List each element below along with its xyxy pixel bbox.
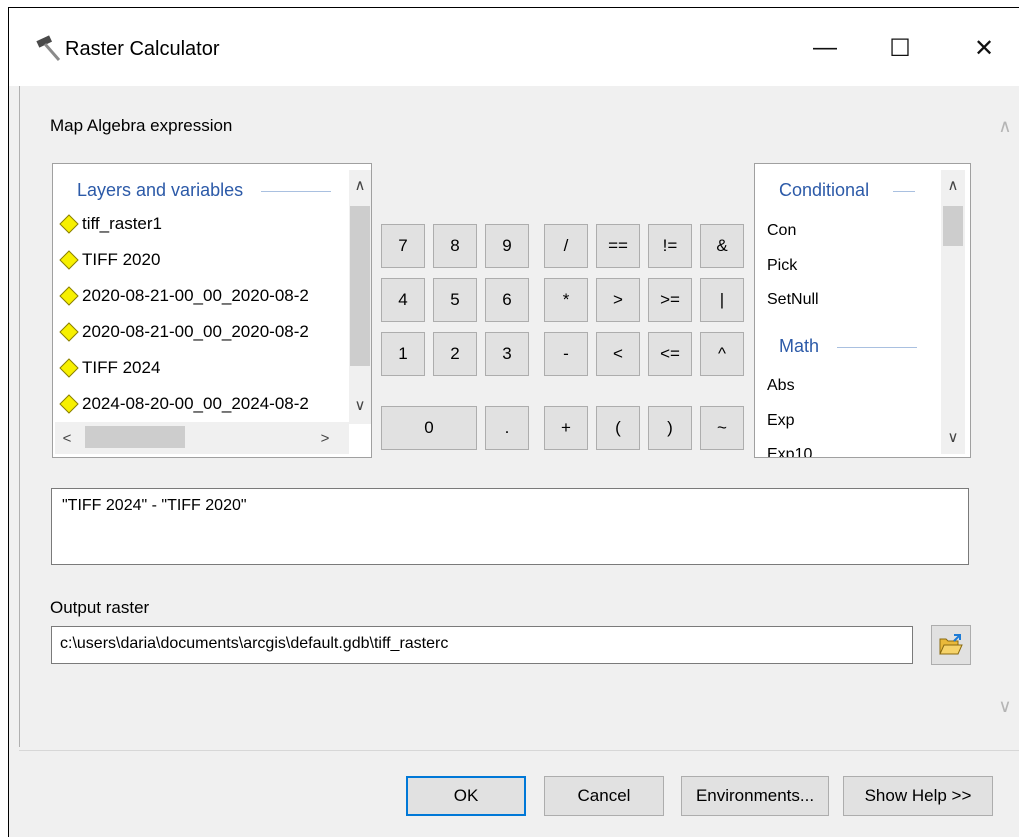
key-6[interactable]: 6 [485,278,529,322]
show-help-button[interactable]: Show Help >> [843,776,993,816]
layer-item-label: tiff_raster1 [82,214,163,233]
window-title: Raster Calculator [65,38,220,60]
functions-vertical-thumb[interactable] [943,206,963,246]
title-bar[interactable]: Raster Calculator — ☐ ✕ [9,8,1019,86]
key-divide[interactable]: / [544,224,588,268]
layer-item-label: 2020-08-21-00_00_2020-08-2 [82,322,309,341]
key-5[interactable]: 5 [433,278,477,322]
diamond-layer-icon [59,250,79,270]
key-xor[interactable]: ^ [700,332,744,376]
diamond-layer-icon [59,214,79,234]
function-item[interactable]: Pick [767,257,797,275]
minimize-button[interactable]: — [800,28,850,68]
key-close-paren[interactable]: ) [648,406,692,450]
output-raster-label: Output raster [50,598,150,617]
environments-button[interactable]: Environments... [681,776,829,816]
key-greater[interactable]: > [596,278,640,322]
browse-button[interactable] [931,625,971,665]
key-less[interactable]: < [596,332,640,376]
function-item[interactable]: Abs [767,377,795,395]
minimize-icon: — [813,34,837,61]
key-3[interactable]: 3 [485,332,529,376]
layers-vertical-scrollbar[interactable]: ∧ ∨ [349,170,371,424]
functions-header-rule [893,191,915,192]
key-equal[interactable]: == [596,224,640,268]
functions-vertical-scrollbar[interactable]: ∧ ∨ [941,170,965,454]
layers-listbox[interactable]: Layers and variables tiff_raster1 TIFF 2… [52,163,372,458]
layers-horizontal-scrollbar[interactable]: < > [55,422,349,454]
output-raster-input[interactable]: c:\users\daria\documents\arcgis\default.… [51,626,913,664]
diamond-layer-icon [59,322,79,342]
hammer-icon [36,35,61,61]
chevron-down-icon[interactable]: ∨ [941,428,965,446]
key-multiply[interactable]: * [544,278,588,322]
diamond-layer-icon [59,394,79,414]
maximize-icon: ☐ [889,34,911,62]
close-icon: ✕ [973,34,995,62]
functions-listbox[interactable]: Conditional Con Pick SetNull Math Abs Ex… [754,163,971,458]
expression-section-label: Map Algebra expression [50,116,233,135]
raster-calculator-window: Raster Calculator — ☐ ✕ ∧ ∨ Map Algebra … [8,7,1019,837]
layer-item[interactable]: TIFF 2024 [59,353,160,383]
chevron-up-icon[interactable]: ∧ [349,176,371,194]
key-7[interactable]: 7 [381,224,425,268]
cancel-button[interactable]: Cancel [544,776,664,816]
dialog-scroll-down-icon[interactable]: ∨ [995,696,1015,716]
key-not-equal[interactable]: != [648,224,692,268]
key-8[interactable]: 8 [433,224,477,268]
layer-item-label: 2024-08-20-00_00_2024-08-2 [82,394,309,413]
key-9[interactable]: 9 [485,224,529,268]
functions-header-rule [837,347,917,348]
layer-item[interactable]: 2024-08-20-00_00_2024-08-2 [59,389,309,419]
chevron-up-icon[interactable]: ∧ [941,176,965,194]
function-item[interactable]: Exp10 [767,446,812,457]
layers-vertical-thumb[interactable] [350,206,370,366]
layer-item[interactable]: 2020-08-21-00_00_2020-08-2 [59,281,309,311]
ok-button[interactable]: OK [406,776,526,816]
layer-item[interactable]: TIFF 2020 [59,245,160,275]
key-0[interactable]: 0 [381,406,477,450]
dialog-scroll-up-icon[interactable]: ∧ [995,116,1015,136]
dialog-left-edge [19,86,20,747]
chevron-left-icon[interactable]: < [59,430,75,447]
key-2[interactable]: 2 [433,332,477,376]
layer-item[interactable]: tiff_raster1 [59,209,162,239]
layers-header-rule [261,191,331,192]
maximize-button[interactable]: ☐ [875,28,925,68]
functions-group-header-math: Math [779,336,820,356]
key-minus[interactable]: - [544,332,588,376]
layer-item-label: 2020-08-21-00_00_2020-08-2 [82,286,309,305]
close-button[interactable]: ✕ [959,28,1009,68]
key-decimal[interactable]: . [485,406,529,450]
key-and[interactable]: & [700,224,744,268]
chevron-right-icon[interactable]: > [317,430,333,447]
chevron-down-icon[interactable]: ∨ [349,396,371,414]
diamond-layer-icon [59,286,79,306]
function-item[interactable]: SetNull [767,291,819,309]
function-item[interactable]: Con [767,222,796,240]
key-1[interactable]: 1 [381,332,425,376]
open-folder-icon [939,634,963,655]
function-item[interactable]: Exp [767,412,795,430]
key-less-equal[interactable]: <= [648,332,692,376]
expression-textarea[interactable]: "TIFF 2024" - "TIFF 2020" [51,488,969,565]
key-or[interactable]: | [700,278,744,322]
layer-item-label: TIFF 2020 [82,250,161,269]
key-4[interactable]: 4 [381,278,425,322]
layers-header: Layers and variables [77,180,244,200]
key-open-paren[interactable]: ( [596,406,640,450]
diamond-layer-icon [59,358,79,378]
layer-item[interactable]: 2020-08-21-00_00_2020-08-2 [59,317,309,347]
key-plus[interactable]: + [544,406,588,450]
layer-item-label: TIFF 2024 [82,358,161,377]
layers-horizontal-thumb[interactable] [85,426,185,448]
functions-group-header-conditional: Conditional [779,180,870,200]
key-greater-equal[interactable]: >= [648,278,692,322]
key-not[interactable]: ~ [700,406,744,450]
